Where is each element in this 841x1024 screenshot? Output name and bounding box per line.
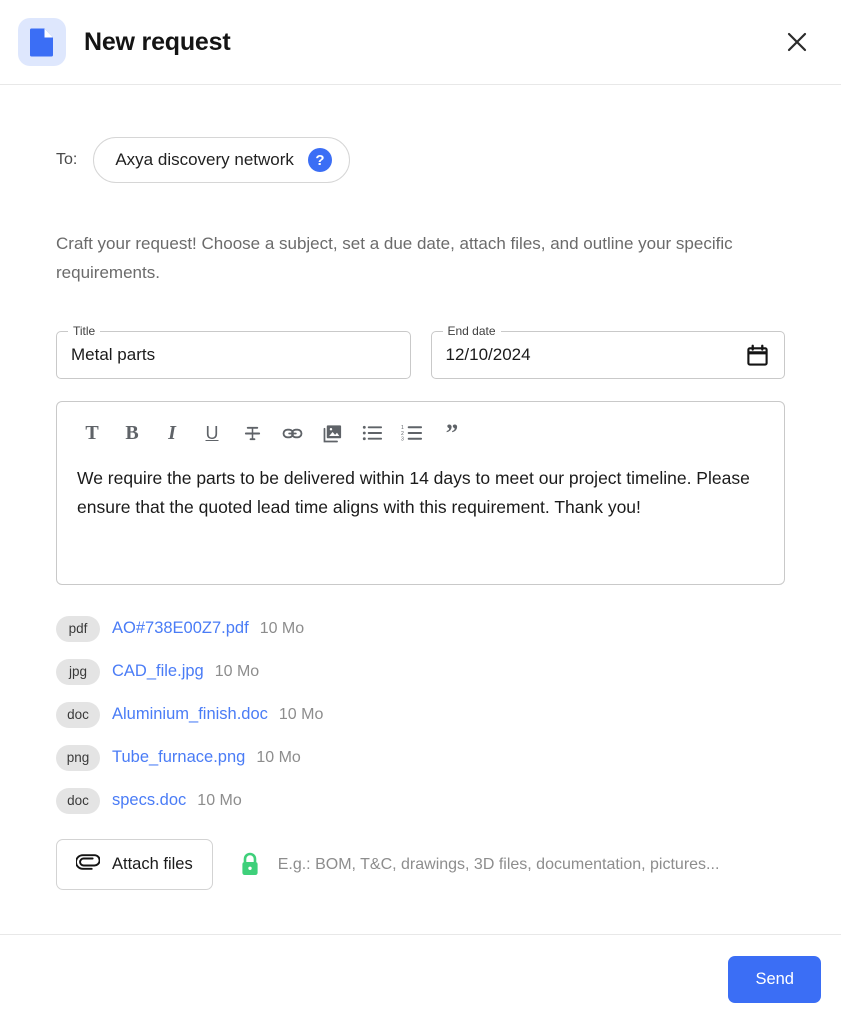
- file-name-link[interactable]: specs.doc: [112, 791, 186, 810]
- file-name-link[interactable]: CAD_file.jpg: [112, 662, 204, 681]
- file-extension-badge: doc: [56, 787, 100, 814]
- link-icon[interactable]: [277, 418, 307, 448]
- end-date-field[interactable]: End date 12/10/2024: [430, 324, 785, 379]
- title-field-label: Title: [68, 324, 101, 338]
- send-button[interactable]: Send: [728, 956, 821, 1003]
- bold-icon[interactable]: B: [117, 418, 147, 448]
- file-name-link[interactable]: AO#738E00Z7.pdf: [112, 619, 249, 638]
- document-icon: [18, 18, 66, 66]
- end-date-input[interactable]: 12/10/2024: [446, 345, 745, 365]
- calendar-icon[interactable]: [744, 342, 770, 368]
- title-field[interactable]: Title Metal parts: [56, 324, 411, 379]
- strikethrough-icon[interactable]: [237, 418, 267, 448]
- list-item[interactable]: doc specs.doc 10 Mo: [56, 779, 785, 822]
- file-extension-badge: pdf: [56, 615, 100, 642]
- file-name-link[interactable]: Tube_furnace.png: [112, 748, 245, 767]
- close-icon[interactable]: [777, 22, 817, 62]
- file-size: 10 Mo: [256, 748, 301, 766]
- list-item[interactable]: png Tube_furnace.png 10 Mo: [56, 736, 785, 779]
- file-extension-badge: jpg: [56, 658, 100, 685]
- underline-icon[interactable]: U: [197, 418, 227, 448]
- file-size: 10 Mo: [278, 705, 324, 723]
- intro-text: Craft your request! Choose a subject, se…: [56, 234, 733, 282]
- recipient-chip[interactable]: Axya discovery network ?: [93, 137, 350, 183]
- dialog-footer: Send: [0, 934, 841, 1024]
- attach-files-label: Attach files: [112, 855, 193, 873]
- end-date-field-label: End date: [442, 324, 501, 338]
- editor-toolbar: T B I U 1 2 3 ”: [77, 410, 764, 456]
- recipient-name: Axya discovery network: [115, 150, 294, 169]
- svg-text:3: 3: [401, 437, 404, 442]
- file-size: 10 Mo: [197, 791, 242, 809]
- list-item[interactable]: doc Aluminium_finish.doc 10 Mo: [56, 693, 785, 736]
- editor-content[interactable]: We require the parts to be delivered wit…: [77, 456, 764, 522]
- numbered-list-icon[interactable]: 1 2 3: [397, 418, 427, 448]
- file-extension-badge: doc: [56, 701, 100, 728]
- bullet-list-icon[interactable]: [357, 418, 387, 448]
- image-icon[interactable]: [317, 418, 347, 448]
- attach-row: Attach files E.g.: BOM, T&C, drawings, 3…: [56, 839, 785, 890]
- paperclip-icon: [75, 853, 101, 876]
- page-title: New request: [84, 27, 231, 56]
- text-style-icon[interactable]: T: [77, 418, 107, 448]
- file-size: 10 Mo: [259, 619, 305, 637]
- title-input[interactable]: Metal parts: [71, 345, 396, 365]
- file-extension-badge: png: [56, 744, 100, 771]
- attach-hint-text: E.g.: BOM, T&C, drawings, 3D files, docu…: [277, 855, 720, 873]
- lock-icon: [239, 852, 261, 878]
- italic-icon[interactable]: I: [157, 418, 187, 448]
- dialog-header: New request: [0, 0, 841, 85]
- file-name-link[interactable]: Aluminium_finish.doc: [112, 705, 268, 724]
- file-size: 10 Mo: [214, 662, 260, 680]
- list-item[interactable]: jpg CAD_file.jpg 10 Mo: [56, 650, 785, 693]
- form-fields-row: Title Metal parts End date 12/10/2024: [56, 324, 785, 379]
- attach-files-button[interactable]: Attach files: [56, 839, 213, 890]
- help-icon[interactable]: ?: [307, 148, 332, 172]
- recipient-row: To: Axya discovery network ?: [56, 137, 785, 183]
- quote-icon[interactable]: ”: [437, 418, 467, 448]
- dialog-body: To: Axya discovery network ? Craft your …: [0, 85, 841, 934]
- to-label: To:: [56, 151, 78, 168]
- attached-files-list: pdf AO#738E00Z7.pdf 10 Mo jpg CAD_file.j…: [56, 607, 785, 822]
- list-item[interactable]: pdf AO#738E00Z7.pdf 10 Mo: [56, 607, 785, 650]
- rich-text-editor[interactable]: T B I U 1 2 3 ” We require the parts to …: [56, 401, 785, 585]
